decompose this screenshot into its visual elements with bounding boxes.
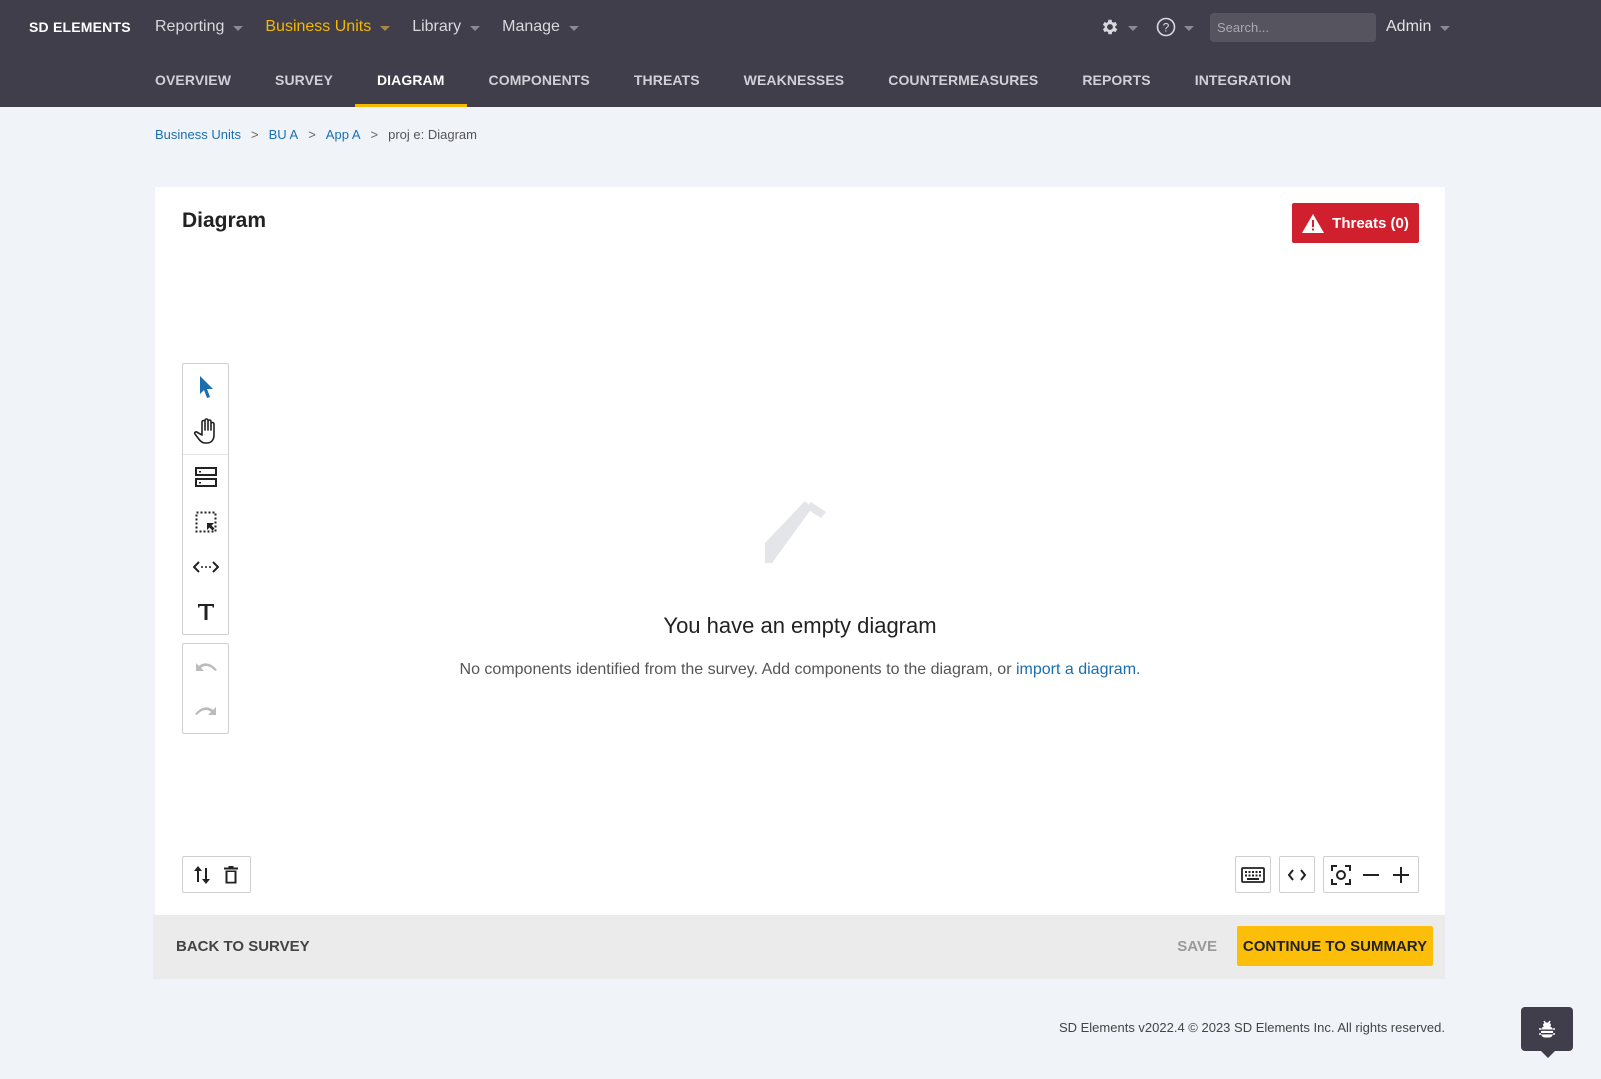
chevron-down-icon [1128, 25, 1138, 31]
help-menu[interactable]: ? [1156, 17, 1194, 37]
chevron-down-icon [568, 25, 579, 31]
plus-icon [1393, 866, 1409, 883]
breadcrumb-app-a[interactable]: App A [326, 127, 361, 142]
continue-to-summary-button[interactable]: CONTINUE TO SUMMARY [1237, 926, 1433, 966]
svg-text:?: ? [1163, 21, 1170, 35]
zoom-out-button[interactable] [1356, 857, 1386, 892]
pan-tool[interactable] [183, 409, 228, 454]
pencil-icon [765, 501, 826, 563]
chevron-down-icon [1440, 25, 1451, 31]
project-tabs: OVERVIEW SURVEY DIAGRAM COMPONENTS THREA… [133, 60, 1313, 107]
select-tool[interactable] [183, 364, 228, 409]
nav-manage[interactable]: Manage [502, 14, 579, 40]
keyboard-icon [1241, 866, 1265, 883]
zoom-in-button[interactable] [1386, 857, 1416, 892]
redo-icon [194, 707, 216, 715]
keyboard-shortcuts-button[interactable] [1238, 857, 1268, 892]
tab-weaknesses[interactable]: WEAKNESSES [722, 60, 867, 107]
breadcrumb-business-units[interactable]: Business Units [155, 127, 241, 142]
threats-button[interactable]: Threats (0) [1292, 203, 1419, 243]
diagram-card: Diagram Threats (0) You have an empty di… [155, 187, 1445, 915]
breadcrumb-current: proj e: Diagram [388, 127, 477, 142]
view-toolbar [1235, 856, 1419, 893]
breadcrumb-separator: > [250, 127, 259, 142]
nav-reporting-label: Reporting [155, 18, 225, 35]
warning-icon [1302, 213, 1325, 233]
main-nav: Reporting Business Units Library Manage [155, 14, 601, 40]
gear-icon [1102, 19, 1118, 35]
minus-icon [1363, 873, 1379, 876]
chevron-down-icon [1184, 25, 1194, 31]
logo[interactable]: SD ELEMENTS [29, 17, 131, 37]
breadcrumb: Business Units > BU A > App A > proj e: … [155, 127, 477, 142]
empty-description-text: No components identified from the survey… [459, 661, 1016, 678]
zoom-group [1323, 856, 1419, 893]
chevron-down-icon [380, 25, 391, 31]
breadcrumb-separator: > [370, 127, 379, 142]
report-bug-button[interactable] [1521, 1007, 1573, 1058]
settings-menu[interactable] [1100, 17, 1138, 37]
breadcrumb-bu-a[interactable]: BU A [269, 127, 299, 142]
edit-toolbar [182, 856, 251, 893]
user-menu[interactable]: Admin [1386, 18, 1451, 36]
save-button[interactable]: SAVE [1177, 915, 1217, 979]
fit-screen-icon [1331, 864, 1351, 885]
header-right: ? Admin [1100, 12, 1451, 42]
nav-reporting[interactable]: Reporting [155, 14, 244, 40]
tab-reports[interactable]: REPORTS [1060, 60, 1172, 107]
code-group [1279, 856, 1315, 893]
pointer-icon [199, 375, 213, 398]
empty-description-end: . [1136, 661, 1141, 678]
breadcrumb-separator: > [308, 127, 316, 142]
tab-components[interactable]: COMPONENTS [467, 60, 612, 107]
nav-manage-label: Manage [502, 18, 560, 35]
fit-to-screen-button[interactable] [1326, 857, 1356, 892]
keyboard-group [1235, 856, 1271, 893]
action-bar: BACK TO SURVEY SAVE CONTINUE TO SUMMARY [153, 915, 1445, 979]
tab-integration[interactable]: INTEGRATION [1173, 60, 1314, 107]
code-icon [1288, 868, 1306, 881]
empty-state: You have an empty diagram No components … [155, 497, 1445, 679]
nav-business-units-label: Business Units [265, 18, 372, 35]
threats-button-label: Threats (0) [1332, 214, 1409, 232]
back-to-survey-button[interactable]: BACK TO SURVEY [176, 915, 310, 979]
swap-order-button[interactable] [187, 857, 217, 892]
hand-icon [193, 417, 215, 444]
copyright: SD Elements v2022.4 © 2023 SD Elements I… [1058, 1020, 1445, 1035]
tab-countermeasures[interactable]: COUNTERMEASURES [866, 60, 1060, 107]
search-input[interactable] [1210, 12, 1376, 42]
bug-icon [1539, 1020, 1555, 1038]
empty-description: No components identified from the survey… [155, 661, 1445, 679]
add-component-tool[interactable] [183, 454, 228, 499]
code-view-button[interactable] [1282, 857, 1312, 892]
chevron-down-icon [233, 25, 244, 31]
user-name: Admin [1386, 18, 1432, 35]
top-header: SD ELEMENTS Reporting Business Units Lib… [0, 0, 1601, 107]
delete-button[interactable] [217, 857, 247, 892]
tab-overview[interactable]: OVERVIEW [133, 60, 253, 107]
import-diagram-link[interactable]: import a diagram [1016, 661, 1136, 678]
trash-icon [224, 865, 239, 883]
nav-library[interactable]: Library [412, 14, 481, 40]
redo-button[interactable] [183, 690, 228, 734]
server-icon [194, 467, 217, 487]
swap-vertical-icon [193, 865, 210, 884]
tab-threats[interactable]: THREATS [612, 60, 722, 107]
nav-business-units[interactable]: Business Units [265, 14, 391, 40]
tab-diagram[interactable]: DIAGRAM [354, 60, 467, 107]
tab-survey[interactable]: SURVEY [253, 60, 355, 107]
chevron-down-icon [470, 25, 481, 31]
help-circle-icon: ? [1156, 17, 1176, 37]
nav-library-label: Library [412, 18, 462, 35]
empty-title: You have an empty diagram [663, 613, 937, 638]
page-title: Diagram [182, 209, 267, 232]
